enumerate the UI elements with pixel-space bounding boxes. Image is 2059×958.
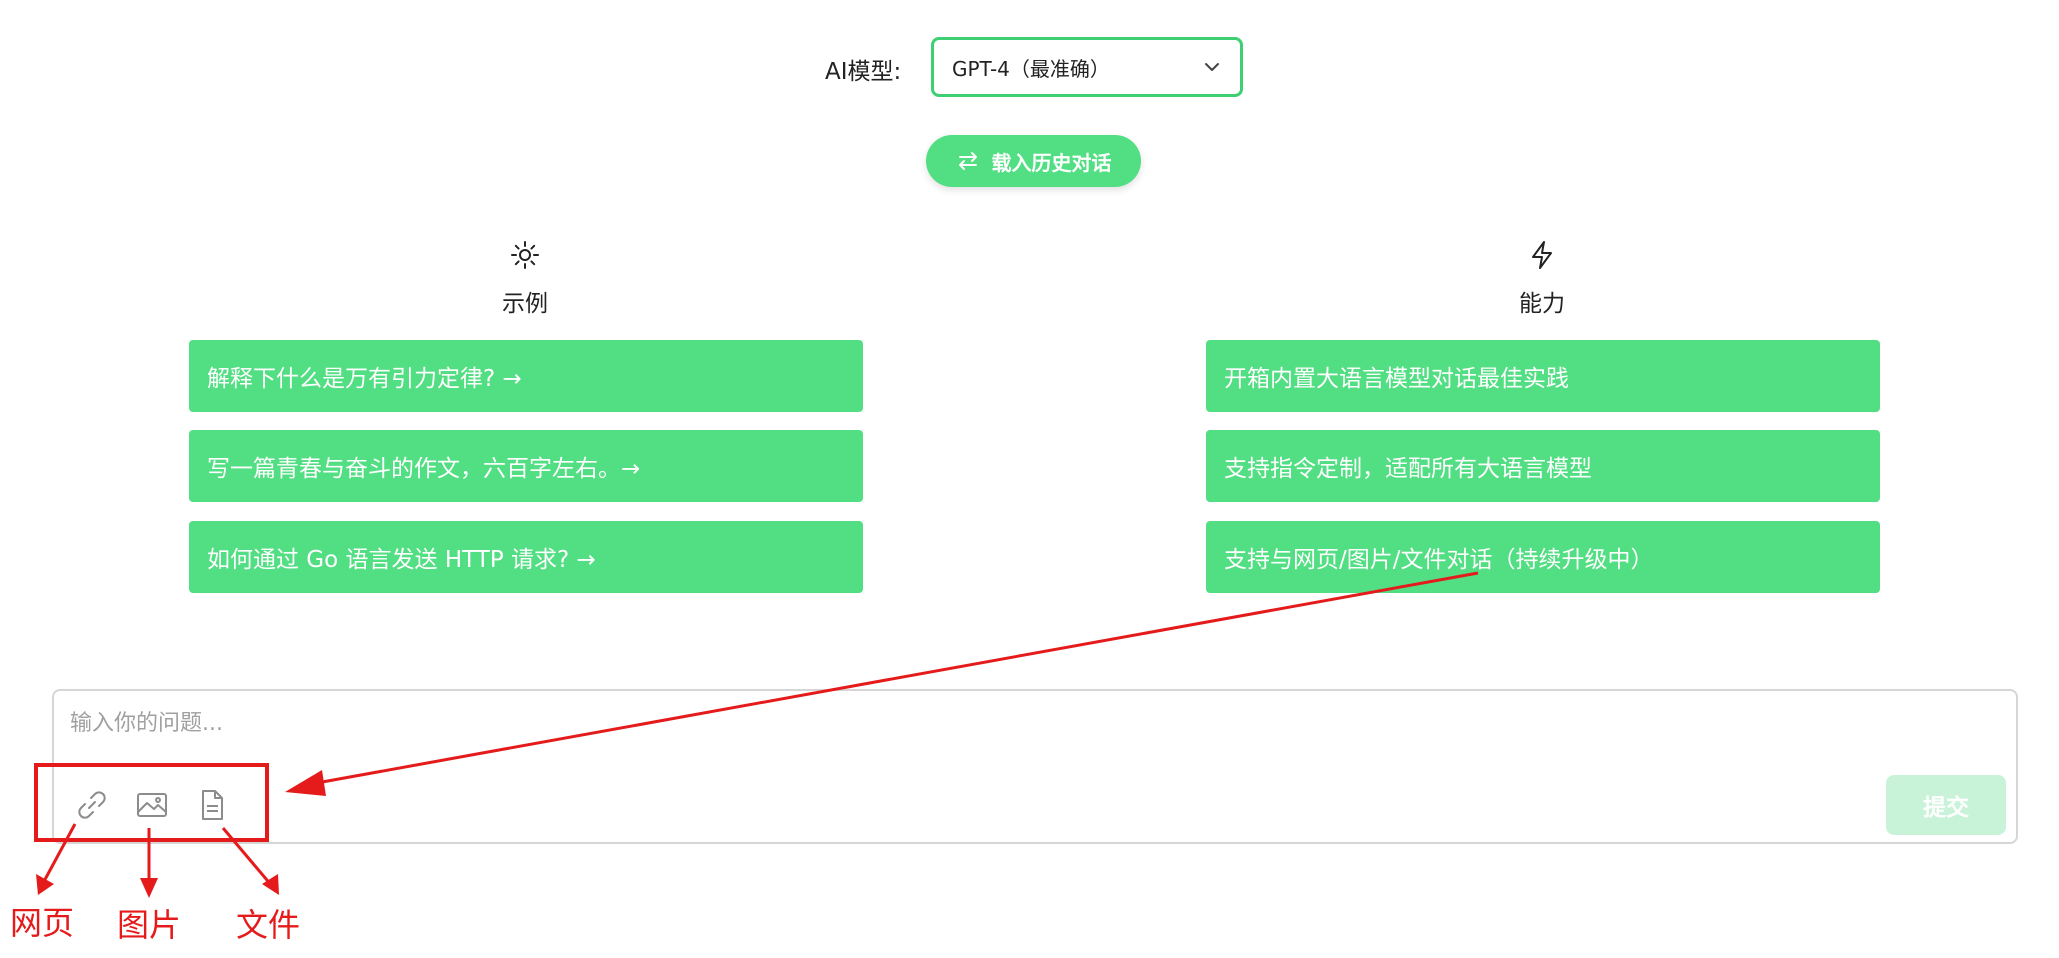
annotation-arrowhead-file xyxy=(262,874,279,895)
model-select[interactable]: GPT-4（最准确） xyxy=(931,37,1243,97)
model-label: AI模型: xyxy=(825,59,902,85)
annotation-arrowhead-image xyxy=(140,878,158,898)
capability-card: 开箱内置大语言模型对话最佳实践 xyxy=(1206,340,1880,412)
capabilities-header: 能力 xyxy=(1442,240,1642,318)
example-card[interactable]: 解释下什么是万有引力定律? → xyxy=(189,340,863,412)
load-history-button[interactable]: 载入历史对话 xyxy=(926,135,1141,187)
lightning-icon xyxy=(1532,241,1552,269)
image-icon[interactable] xyxy=(134,787,170,823)
examples-title: 示例 xyxy=(502,291,548,317)
submit-button[interactable]: 提交 xyxy=(1886,775,2006,835)
model-select-value: GPT-4（最准确） xyxy=(952,56,1110,81)
annotation-label-file: 文件 xyxy=(236,906,301,944)
capability-card: 支持与网页/图片/文件对话（持续升级中） xyxy=(1206,521,1880,593)
composer: 提交 xyxy=(52,689,2018,844)
annotation-label-image: 图片 xyxy=(117,906,182,944)
file-icon[interactable] xyxy=(194,787,230,823)
example-card[interactable]: 如何通过 Go 语言发送 HTTP 请求? → xyxy=(189,521,863,593)
sun-icon xyxy=(511,241,539,269)
swap-icon xyxy=(958,152,977,170)
load-history-label: 载入历史对话 xyxy=(991,150,1112,175)
annotation-label-web: 网页 xyxy=(10,904,75,942)
capabilities-title: 能力 xyxy=(1519,291,1565,317)
chevron-down-icon xyxy=(1205,63,1219,71)
annotation-arrowhead-web xyxy=(36,874,54,895)
examples-header: 示例 xyxy=(425,240,625,318)
capability-card: 支持指令定制，适配所有大语言模型 xyxy=(1206,430,1880,502)
example-card[interactable]: 写一篇青春与奋斗的作文，六百字左右。→ xyxy=(189,430,863,502)
question-input[interactable] xyxy=(68,703,1972,767)
link-icon[interactable] xyxy=(74,787,110,823)
